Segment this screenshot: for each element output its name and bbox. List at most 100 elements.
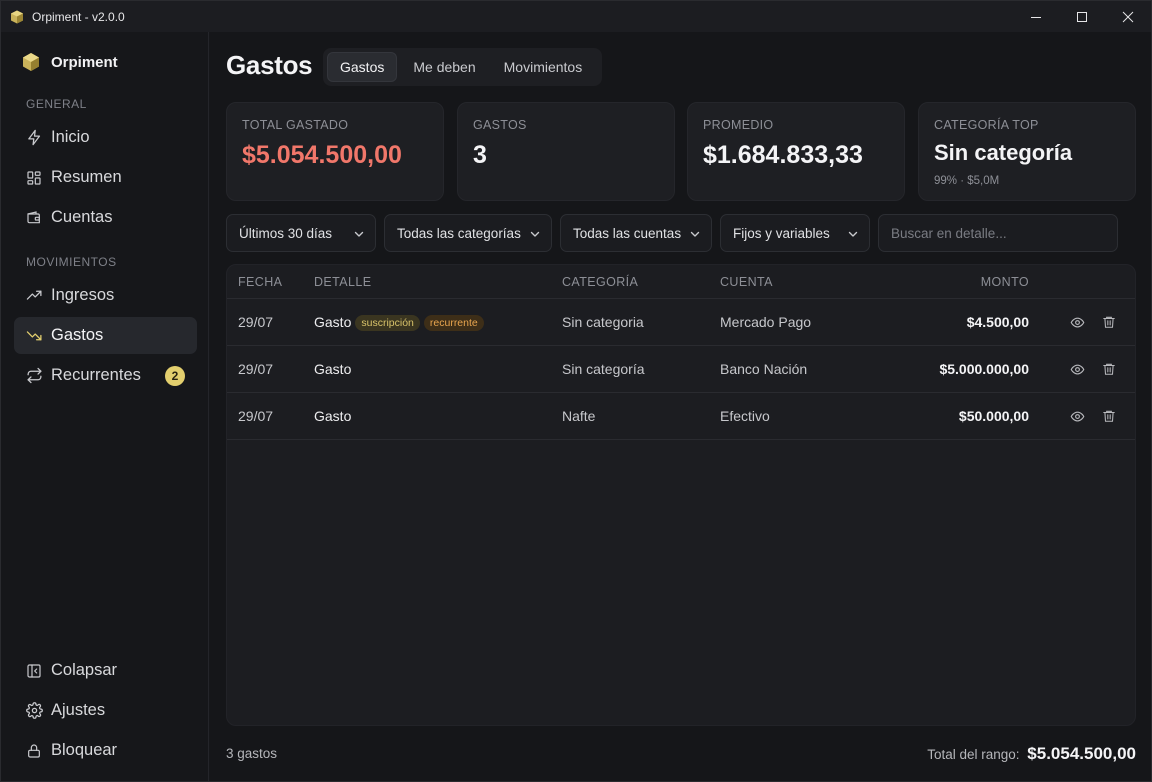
sidebar-item-label: Resumen: [51, 168, 122, 186]
sidebar-item-label: Ajustes: [51, 701, 106, 719]
app-window: Orpiment - v2.0.0 Orpiment GENERAL Inici…: [0, 0, 1152, 782]
brand-logo-icon: [23, 53, 39, 71]
grid-icon: [25, 169, 43, 187]
collapse-icon: [25, 662, 43, 680]
chevron-down-icon: [690, 231, 700, 237]
period-select[interactable]: Últimos 30 días: [226, 214, 376, 252]
sidebar-item-label: Cuentas: [51, 208, 113, 226]
sidebar-item-resumen[interactable]: Resumen: [14, 159, 197, 196]
stat-card-promedio: PROMEDIO $1.684.833,33: [687, 102, 905, 201]
close-icon: [1122, 11, 1134, 22]
category-select-value: Todas las categorías: [397, 225, 521, 241]
sidebar-item-label: Colapsar: [51, 661, 118, 679]
cell-cuenta: Banco Nación: [720, 361, 808, 377]
cell-fecha: 29/07: [238, 408, 274, 424]
recurrentes-count-badge: 2: [165, 366, 185, 386]
main-content: Gastos Gastos Me deben Movimientos TOTAL…: [210, 32, 1151, 781]
eye-icon: [1070, 364, 1084, 374]
chevron-down-icon: [354, 231, 364, 237]
close-button[interactable]: [1105, 1, 1151, 32]
cell-categoria: Sin categoria: [562, 314, 644, 330]
sidebar-item-colapsar[interactable]: Colapsar: [14, 652, 197, 689]
cell-fecha: 29/07: [238, 314, 274, 330]
search-input[interactable]: [879, 215, 1117, 251]
cell-detalle: Gasto: [314, 361, 352, 377]
trash-icon: [1103, 410, 1115, 422]
sidebar-item-recurrentes[interactable]: Recurrentes 2: [14, 357, 197, 394]
table-row[interactable]: 29/07 Gasto Sin categoría Banco Nación $…: [227, 346, 1135, 393]
stat-value: $5.054.500,00: [242, 141, 402, 169]
table-header: FECHA DETALLE CATEGORÍA CUENTA MONTO: [227, 265, 1135, 299]
sidebar-item-gastos[interactable]: Gastos: [14, 317, 197, 354]
lock-icon: [25, 742, 43, 760]
stat-label: TOTAL GASTADO: [242, 118, 349, 132]
stat-card-gastos: GASTOS 3: [457, 102, 675, 201]
tag-recurrente: recurrente: [423, 315, 484, 331]
brand[interactable]: Orpiment: [21, 52, 118, 72]
gear-icon: [25, 702, 43, 720]
delete-button[interactable]: [1101, 361, 1117, 377]
maximize-icon: [1077, 11, 1087, 22]
type-select-value: Fijos y variables: [733, 225, 830, 241]
category-select[interactable]: Todas las categorías: [384, 214, 552, 252]
sidebar-item-label: Bloquear: [51, 741, 118, 759]
table-row[interactable]: 29/07 Gasto suscripción recurrente Sin cat…: [227, 299, 1135, 346]
view-button[interactable]: [1069, 314, 1085, 330]
account-select-value: Todas las cuentas: [573, 225, 682, 241]
sidebar-item-label: Recurrentes: [51, 366, 141, 384]
minimize-button[interactable]: [1013, 1, 1059, 32]
cell-monto: $4.500,00: [966, 314, 1029, 330]
stat-sub: 99% · $5,0M: [934, 175, 1000, 187]
delete-button[interactable]: [1101, 314, 1117, 330]
section-label-general: GENERAL: [26, 97, 87, 111]
column-header-categoria[interactable]: CATEGORÍA: [562, 275, 638, 289]
stat-card-categoria-top: CATEGORÍA TOP Sin categoría 99% · $5,0M: [918, 102, 1136, 201]
type-select[interactable]: Fijos y variables: [720, 214, 870, 252]
chevron-down-icon: [848, 231, 858, 237]
column-header-fecha[interactable]: FECHA: [238, 275, 282, 289]
stat-value: 3: [473, 141, 487, 169]
cell-categoria: Sin categoría: [562, 361, 645, 377]
stat-label: PROMEDIO: [703, 118, 774, 132]
detalle-text: Gasto: [314, 314, 352, 330]
sidebar-item-cuentas[interactable]: Cuentas: [14, 199, 197, 236]
tab-movimientos[interactable]: Movimientos: [492, 52, 595, 82]
delete-button[interactable]: [1101, 408, 1117, 424]
column-header-cuenta[interactable]: CUENTA: [720, 275, 773, 289]
stat-value: $1.684.833,33: [703, 141, 863, 169]
sidebar-item-inicio[interactable]: Inicio: [14, 119, 197, 156]
cell-cuenta: Mercado Pago: [720, 314, 812, 330]
minimize-icon: [1031, 16, 1041, 18]
sidebar-item-ingresos[interactable]: Ingresos: [14, 277, 197, 314]
sidebar: Orpiment GENERAL Inicio Resumen Cuentas …: [1, 32, 209, 781]
table-row[interactable]: 29/07 Gasto Nafte Efectivo $50.000,00: [227, 393, 1135, 440]
stat-value: Sin categoría: [934, 140, 1073, 165]
window-title: Orpiment - v2.0.0: [32, 9, 125, 24]
view-button[interactable]: [1069, 361, 1085, 377]
eye-icon: [1070, 411, 1084, 421]
tab-me-deben[interactable]: Me deben: [401, 52, 487, 82]
eye-icon: [1070, 317, 1084, 327]
search-field: [878, 214, 1118, 252]
account-select[interactable]: Todas las cuentas: [560, 214, 712, 252]
sidebar-item-label: Inicio: [51, 128, 90, 146]
cell-detalle: Gasto suscripción recurrente: [314, 314, 484, 331]
stat-card-total-gastado: TOTAL GASTADO $5.054.500,00: [226, 102, 444, 201]
tab-gastos[interactable]: Gastos: [327, 52, 398, 82]
wallet-icon: [25, 209, 43, 227]
view-button[interactable]: [1069, 408, 1085, 424]
app-logo-icon: [11, 10, 23, 23]
column-header-monto[interactable]: MONTO: [981, 275, 1029, 289]
cell-cuenta: Efectivo: [720, 408, 770, 424]
brand-name: Orpiment: [51, 53, 118, 71]
range-total-value: $5.054.500,00: [1027, 744, 1136, 763]
page-title: Gastos: [226, 50, 313, 80]
sidebar-item-bloquear[interactable]: Bloquear: [14, 732, 197, 769]
repeat-icon: [25, 367, 43, 385]
chevron-down-icon: [530, 231, 540, 237]
sidebar-item-ajustes[interactable]: Ajustes: [14, 692, 197, 729]
maximize-button[interactable]: [1059, 1, 1105, 32]
cell-detalle: Gasto: [314, 408, 352, 424]
column-header-detalle[interactable]: DETALLE: [314, 275, 371, 289]
stat-label: GASTOS: [473, 118, 527, 132]
